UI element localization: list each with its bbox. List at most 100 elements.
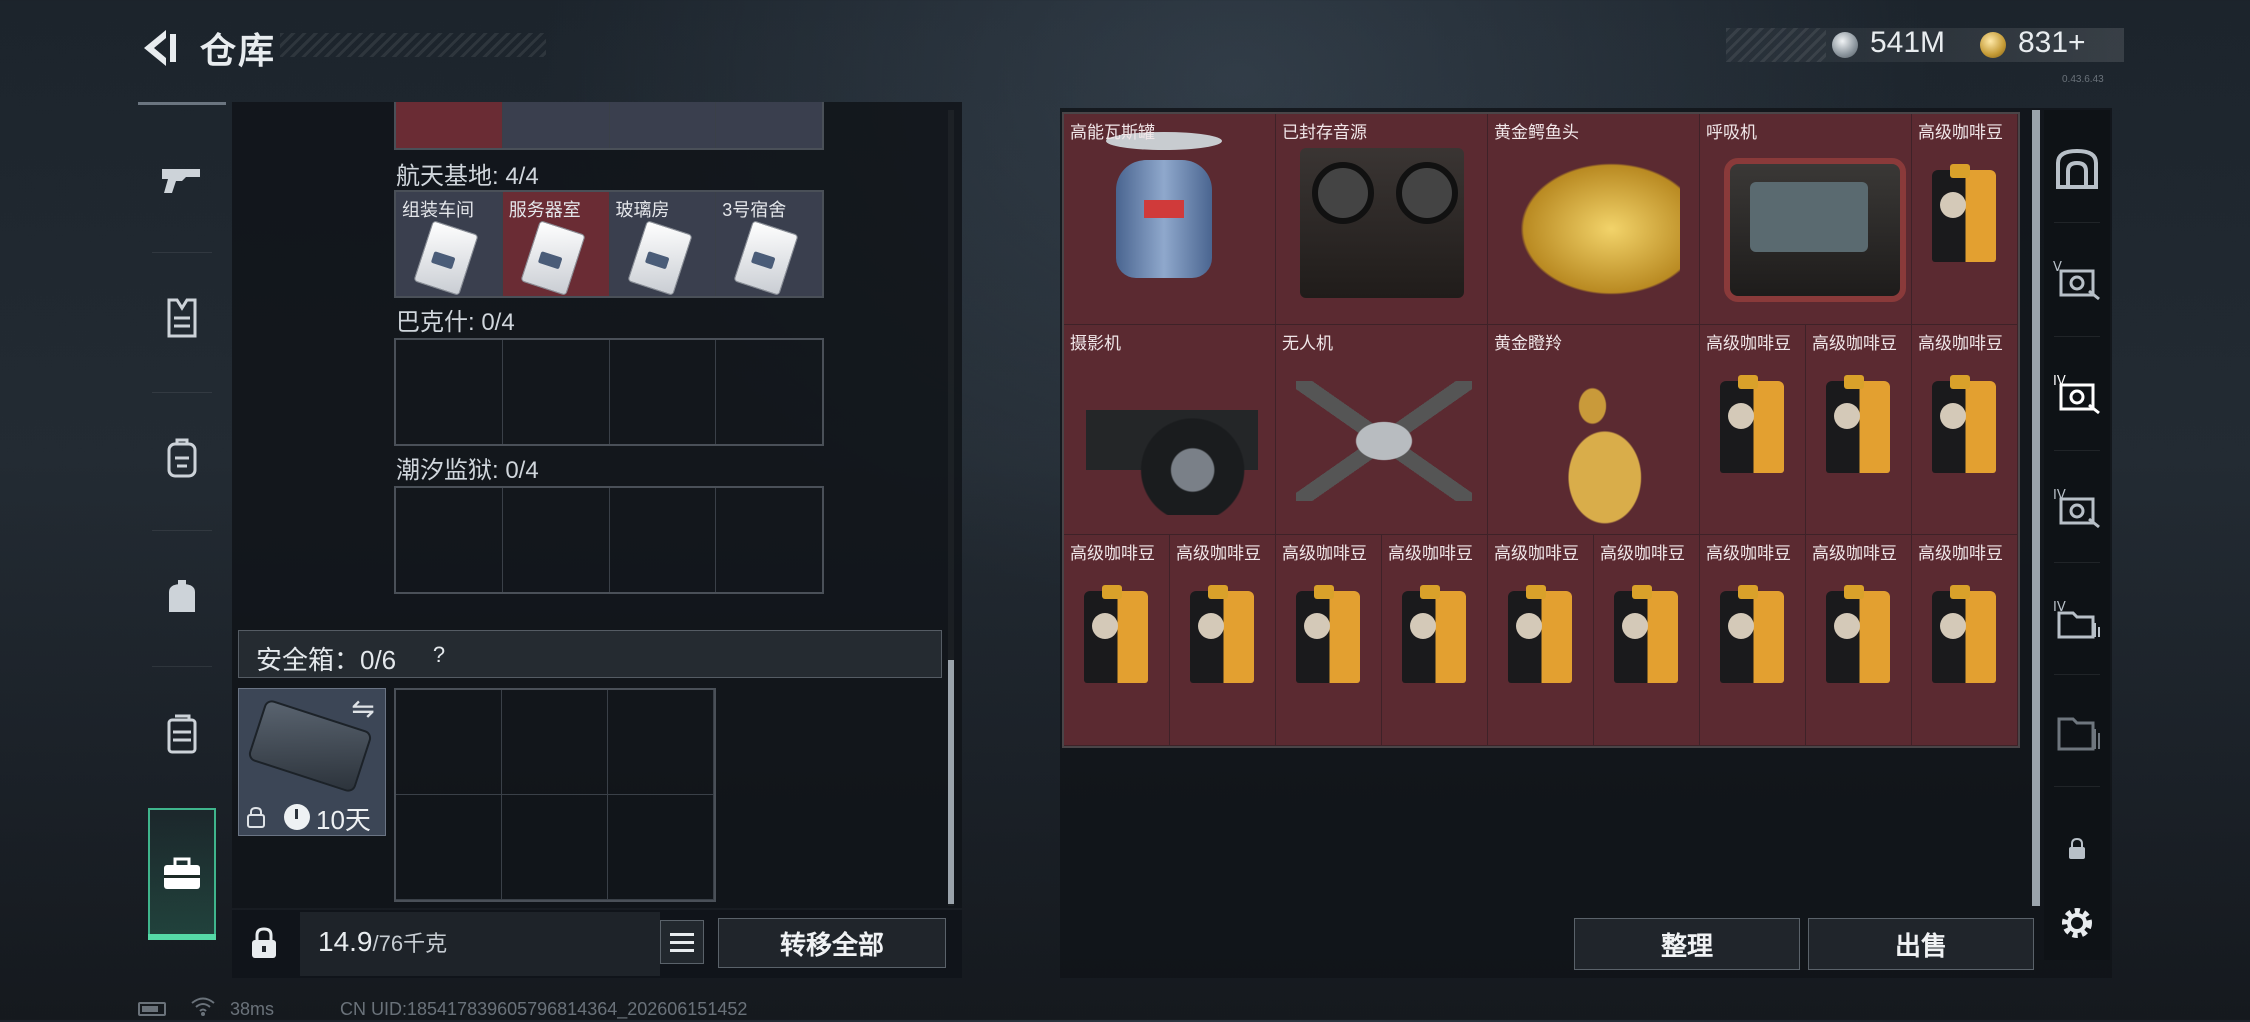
folder-icon[interactable]: [2046, 700, 2108, 762]
folder-iv-icon[interactable]: IV: [2046, 588, 2108, 650]
case-v-icon[interactable]: V: [2046, 248, 2108, 310]
storage-item[interactable]: 高级咖啡豆: [1064, 535, 1170, 746]
storage-item[interactable]: 无人机: [1276, 324, 1488, 536]
back-button[interactable]: [136, 24, 184, 72]
storage-item[interactable]: 摄影机: [1064, 324, 1276, 536]
storage-item[interactable]: 高级咖啡豆: [1700, 324, 1806, 536]
safebox-slot[interactable]: [502, 795, 608, 900]
respirator-icon: [1724, 158, 1906, 302]
storage-item[interactable]: 高级咖啡豆: [1806, 324, 1912, 536]
gun-icon[interactable]: [150, 148, 214, 212]
coffee-icon: [1402, 585, 1466, 684]
keycard-icon: [520, 220, 586, 296]
safebox-slot[interactable]: [396, 690, 502, 795]
keycard-slot[interactable]: [716, 102, 822, 148]
keycard-row-partial: [394, 102, 824, 150]
keycard-label: 服务器室: [508, 200, 581, 220]
uid-text: CN UID:185417839605796814364_20260615145…: [340, 999, 748, 1019]
sell-button[interactable]: 出售: [1808, 918, 2034, 970]
keycard-slot[interactable]: [716, 488, 822, 592]
keycard-slot[interactable]: 组装车间: [396, 192, 503, 296]
keycard-slot[interactable]: [716, 340, 822, 444]
swap-icon[interactable]: ⇋: [346, 692, 380, 724]
storage-scroll-thumb[interactable]: [2032, 110, 2040, 906]
tab-lock-icon[interactable]: [2046, 818, 2108, 880]
case-iv-2-icon[interactable]: IV: [2046, 476, 2108, 538]
vault-icon[interactable]: [2046, 138, 2108, 200]
item-name: 高级咖啡豆: [1706, 544, 1791, 564]
silver-coin-icon: [1832, 32, 1858, 58]
item-name: 高能瓦斯罐: [1070, 123, 1155, 142]
bag-icon[interactable]: [150, 564, 214, 628]
keycard-row-aerospace: 组装车间 服务器室 玻璃房 3号宿舍: [394, 190, 824, 298]
transfer-all-button[interactable]: 转移全部: [718, 918, 946, 968]
storage-item[interactable]: 高级咖啡豆: [1382, 535, 1488, 746]
tab-separator: [2054, 786, 2100, 787]
storage-item[interactable]: 高级咖啡豆: [1170, 535, 1276, 746]
keycard-row-tidal-prison: [394, 486, 824, 594]
title-stripe: [280, 33, 546, 57]
storage-item[interactable]: 高级咖啡豆: [1912, 114, 2018, 325]
list-view-button[interactable]: [660, 920, 704, 964]
gold-coin-icon[interactable]: [1980, 32, 2006, 58]
keycard-slot[interactable]: [609, 102, 717, 148]
tab-separator: [2054, 336, 2100, 337]
storage-item[interactable]: 黄金鳄鱼头: [1488, 114, 1700, 325]
safebox-slot[interactable]: [608, 795, 714, 900]
storage-item[interactable]: 高能瓦斯罐: [1064, 114, 1276, 325]
gold-currency-value[interactable]: 831+: [2018, 26, 2086, 60]
item-name: 高级咖啡豆: [1812, 333, 1897, 353]
keycard-slot[interactable]: [503, 340, 610, 444]
group-label-bakhsh: 巴克什: 0/4: [396, 309, 515, 336]
keycard-slot[interactable]: [610, 340, 717, 444]
keycard-slot[interactable]: 3号宿舍: [716, 192, 822, 296]
weight-current: 14.9: [318, 926, 373, 957]
storage-item[interactable]: 高级咖啡豆: [1912, 324, 2018, 536]
storage-item[interactable]: 已封存音源: [1276, 114, 1488, 325]
safebox-slot[interactable]: [396, 795, 502, 900]
safebox-help-button[interactable]: ?: [424, 640, 454, 670]
settings-gear-icon[interactable]: [2046, 892, 2108, 954]
svg-text:IV: IV: [2053, 374, 2066, 389]
keycard-icon: [626, 220, 693, 296]
tape-icon: [1300, 148, 1464, 298]
item-name: 高级咖啡豆: [1282, 544, 1367, 564]
storage-item[interactable]: 高级咖啡豆: [1806, 535, 1912, 746]
item-name: 已封存音源: [1282, 123, 1367, 142]
armor-icon[interactable]: [150, 286, 214, 350]
keycard-slot[interactable]: [396, 488, 503, 592]
storage-item[interactable]: 呼吸机: [1700, 114, 1912, 325]
safebox-duration: 10天: [316, 805, 371, 835]
storage-item[interactable]: 高级咖啡豆: [1488, 535, 1594, 746]
item-name: 摄影机: [1070, 333, 1121, 353]
sort-button[interactable]: 整理: [1574, 918, 1800, 970]
storage-item[interactable]: 黄金瞪羚: [1488, 324, 1700, 536]
keycard-slot[interactable]: [502, 102, 610, 148]
rig-icon[interactable]: [150, 702, 214, 766]
gas-tank-icon: [1106, 132, 1222, 278]
backpack-icon[interactable]: [150, 426, 214, 490]
keycard-slot[interactable]: 服务器室: [502, 192, 610, 296]
keycard-label: 3号宿舍: [722, 200, 787, 220]
keycard-icon: [733, 220, 799, 296]
keycard-slot[interactable]: 玻璃房: [609, 192, 717, 296]
case-iv-icon[interactable]: IV: [2046, 362, 2108, 424]
storage-item[interactable]: 高级咖啡豆: [1912, 535, 2018, 746]
storage-item[interactable]: 高级咖啡豆: [1594, 535, 1700, 746]
sidebar-separator: [152, 530, 212, 531]
keycard-slot[interactable]: [503, 488, 610, 592]
group-label-tidal-prison: 潮汐监狱: 0/4: [396, 457, 539, 484]
keycard-slot[interactable]: [396, 340, 503, 444]
deer-icon: [1508, 354, 1684, 525]
safebox-icon[interactable]: [150, 842, 214, 906]
storage-item[interactable]: 高级咖啡豆: [1276, 535, 1382, 746]
item-name: 高级咖啡豆: [1070, 544, 1155, 564]
weight-lock-icon[interactable]: [244, 920, 284, 966]
storage-item[interactable]: 高级咖啡豆: [1700, 535, 1806, 746]
inventory-scroll-thumb[interactable]: [948, 660, 954, 904]
keycard-slot[interactable]: [396, 102, 503, 148]
svg-text:IV: IV: [2053, 488, 2066, 503]
keycard-slot[interactable]: [610, 488, 717, 592]
safebox-slot[interactable]: [502, 690, 608, 795]
safebox-slot[interactable]: [608, 690, 714, 795]
